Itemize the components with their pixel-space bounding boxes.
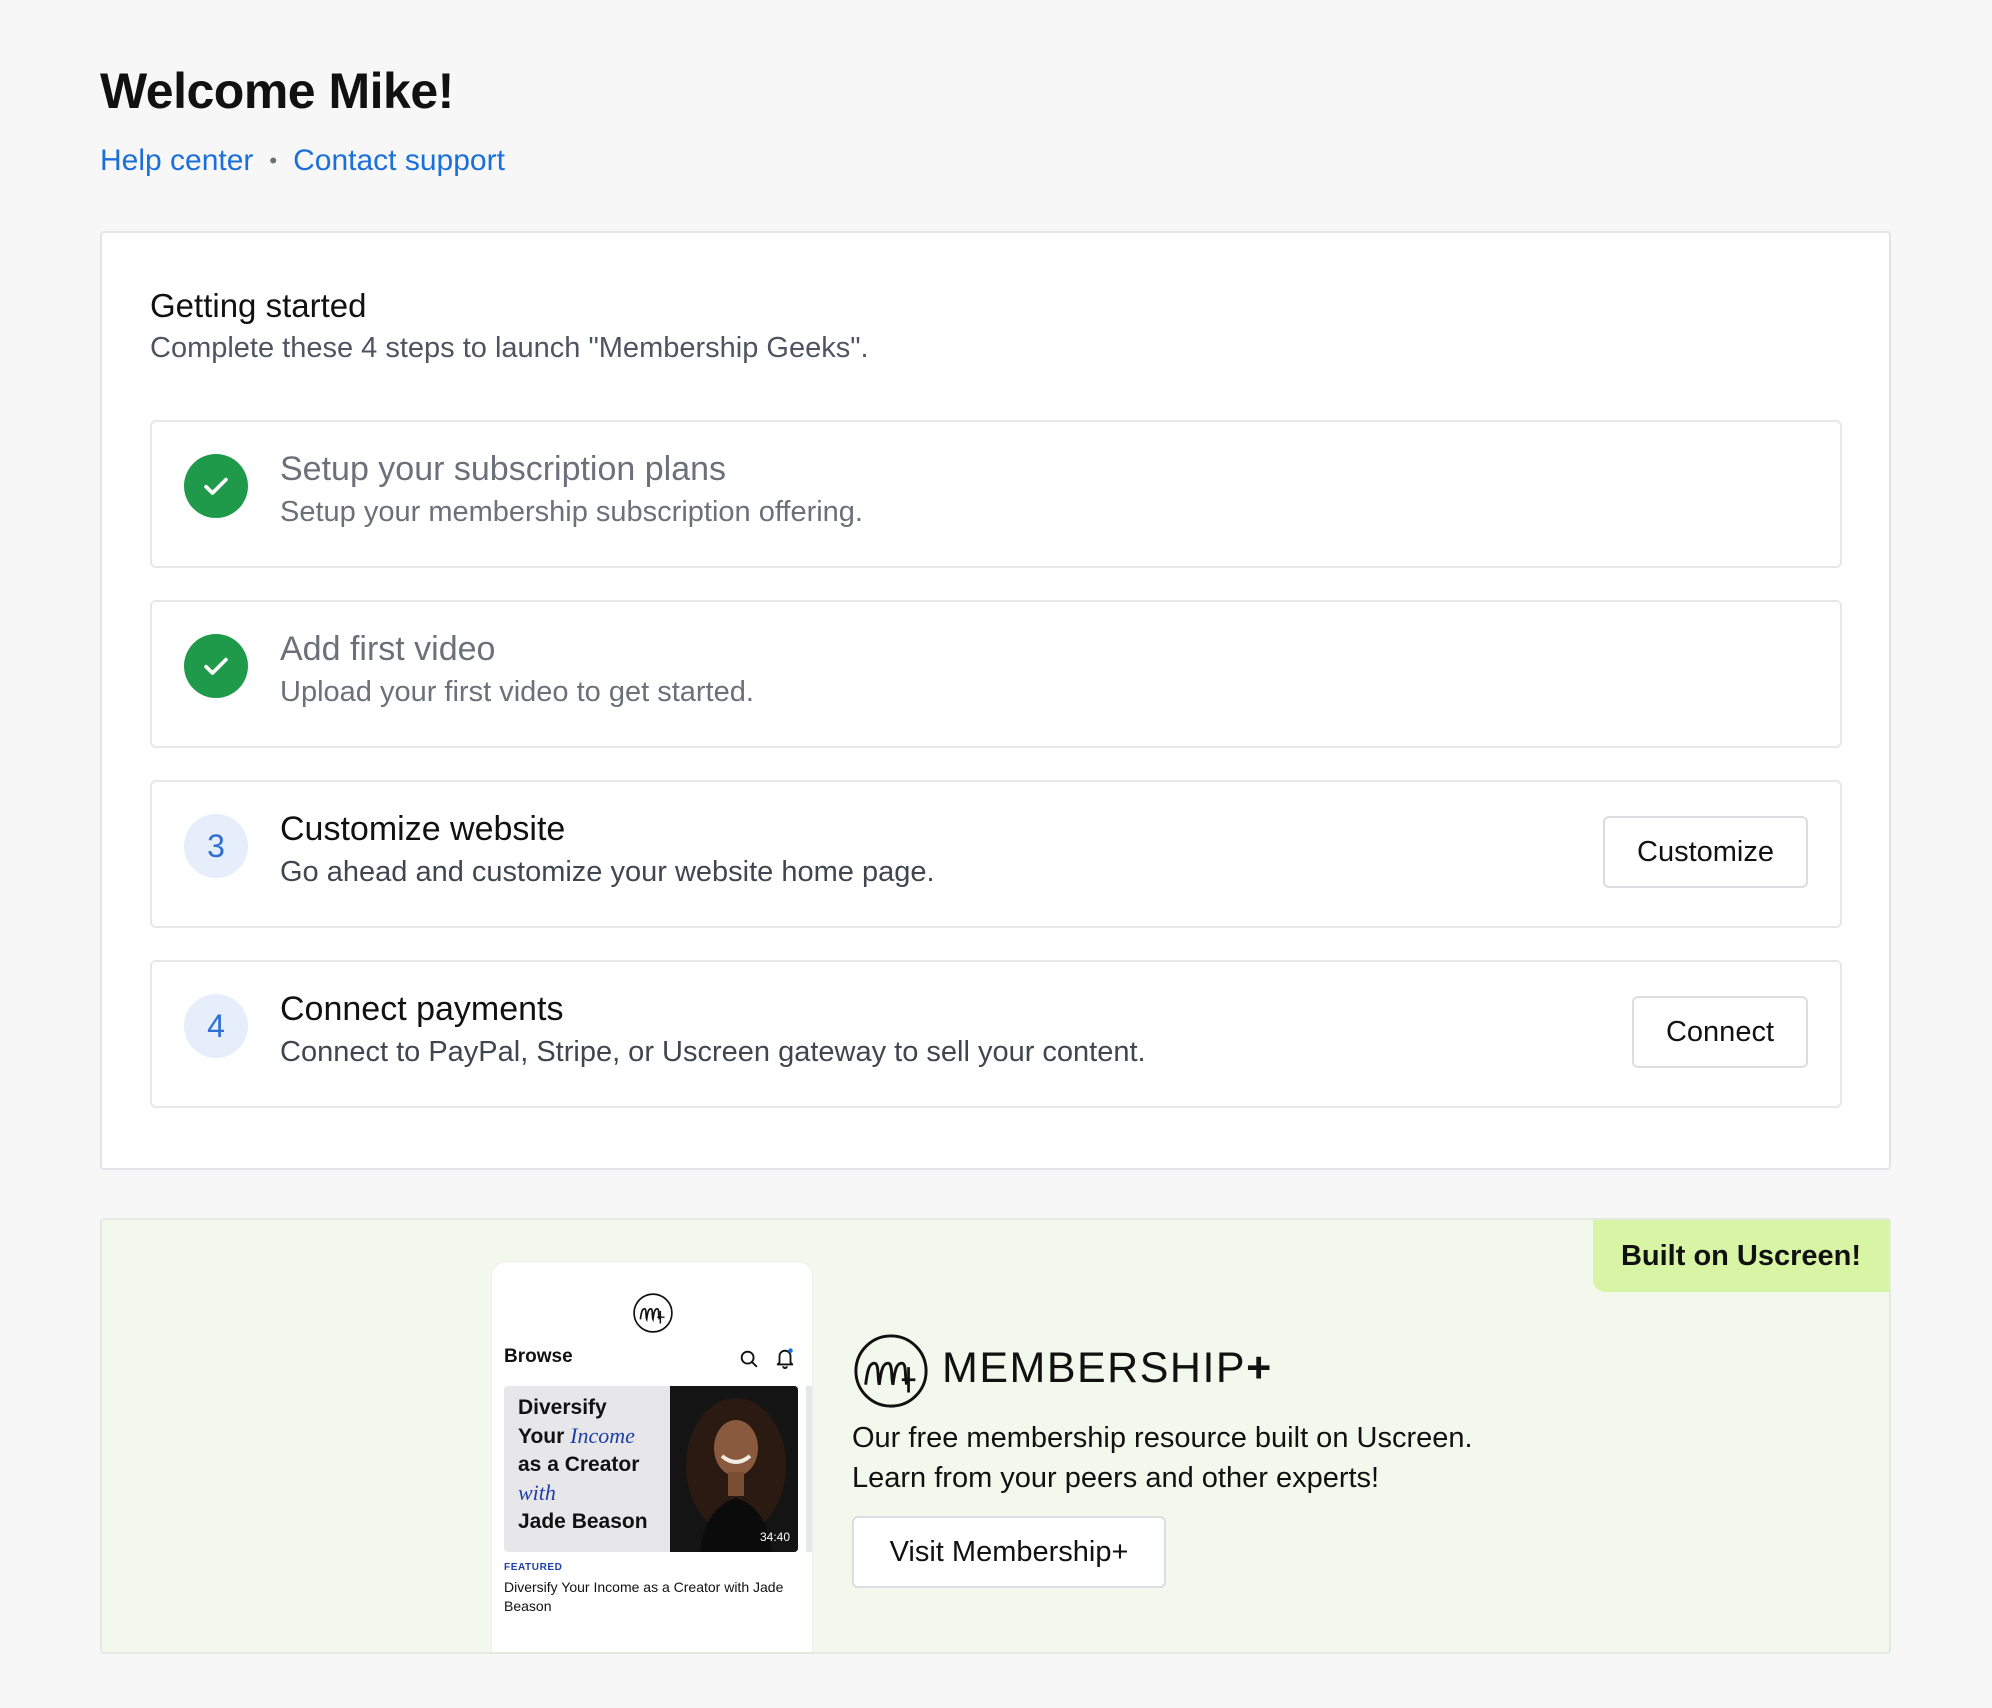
presenter-portrait-icon xyxy=(670,1386,798,1552)
step-title: Customize website xyxy=(280,810,566,848)
membership-plus-wordmark: MEMBERSHIP+ xyxy=(942,1344,1273,1393)
step-connect-payments: 4 Connect payments Connect to PayPal, St… xyxy=(150,960,1842,1108)
step-description: Upload your first video to get started. xyxy=(280,676,754,708)
step-number-badge: 4 xyxy=(184,994,248,1058)
thumbnail-title: Diversify Your Income as a Creator with … xyxy=(518,1394,678,1536)
step-description: Setup your membership subscription offer… xyxy=(280,496,863,528)
brand-name: MEMBERSHIP xyxy=(942,1344,1247,1392)
featured-video-title: Diversify Your Income as a Creator with … xyxy=(504,1579,784,1614)
thumbnail-word-italic: Income xyxy=(570,1423,635,1448)
bell-icon xyxy=(776,1348,794,1369)
app-preview-phone: Browse Diversify Your Income as a Creato… xyxy=(492,1262,812,1652)
link-separator: • xyxy=(269,148,278,173)
step-title: Add first video xyxy=(280,630,496,668)
thumbnail-line: as a Creator xyxy=(518,1453,640,1476)
thumbnail-word-italic: with xyxy=(518,1480,556,1505)
header-links: Help center • Contact support xyxy=(100,144,505,178)
presenter-photo: 34:40 xyxy=(670,1386,798,1552)
step-customize-website: 3 Customize website Go ahead and customi… xyxy=(150,780,1842,928)
browse-heading: Browse xyxy=(504,1346,573,1367)
promo-description-line-2: Learn from your peers and other experts! xyxy=(852,1462,1380,1494)
next-thumbnail-peek xyxy=(806,1386,812,1552)
membership-promo-banner: Built on Uscreen! Browse Diversify Your … xyxy=(100,1218,1891,1654)
getting-started-subtitle: Complete these 4 steps to launch "Member… xyxy=(150,332,869,364)
step-title: Connect payments xyxy=(280,990,564,1028)
built-on-uscreen-badge: Built on Uscreen! xyxy=(1593,1220,1889,1292)
check-icon xyxy=(184,634,248,698)
membership-logo-icon xyxy=(633,1293,673,1333)
step-subscription-plans[interactable]: Setup your subscription plans Setup your… xyxy=(150,420,1842,568)
step-description: Go ahead and customize your website home… xyxy=(280,856,935,888)
thumbnail-line: Your Income xyxy=(518,1422,678,1451)
promo-description-line-1: Our free membership resource built on Us… xyxy=(852,1422,1473,1454)
step-description: Connect to PayPal, Stripe, or Uscreen ga… xyxy=(280,1036,1146,1068)
thumbnail-word: Your xyxy=(518,1425,571,1448)
connect-button[interactable]: Connect xyxy=(1631,996,1808,1068)
membership-logo-icon xyxy=(854,1334,928,1408)
step-number-badge: 3 xyxy=(184,814,248,878)
getting-started-title: Getting started xyxy=(150,287,367,324)
check-icon xyxy=(184,454,248,518)
video-duration: 34:40 xyxy=(759,1530,790,1544)
thumbnail-line: with xyxy=(518,1479,678,1508)
step-add-first-video[interactable]: Add first video Upload your first video … xyxy=(150,600,1842,748)
getting-started-card: Getting started Complete these 4 steps t… xyxy=(100,231,1891,1170)
contact-support-link[interactable]: Contact support xyxy=(293,144,505,178)
visit-membership-button[interactable]: Visit Membership+ xyxy=(852,1516,1166,1588)
thumbnail-line: Jade Beason xyxy=(518,1510,648,1533)
video-thumbnail: Diversify Your Income as a Creator with … xyxy=(504,1386,798,1552)
page-title: Welcome Mike! xyxy=(100,63,454,119)
help-center-link[interactable]: Help center xyxy=(100,144,253,178)
brand-plus: + xyxy=(1246,1344,1273,1392)
search-icon xyxy=(740,1350,758,1368)
step-title: Setup your subscription plans xyxy=(280,450,727,488)
thumbnail-line: Diversify xyxy=(518,1396,607,1419)
featured-label: FEATURED xyxy=(504,1562,563,1573)
customize-button[interactable]: Customize xyxy=(1603,816,1808,888)
